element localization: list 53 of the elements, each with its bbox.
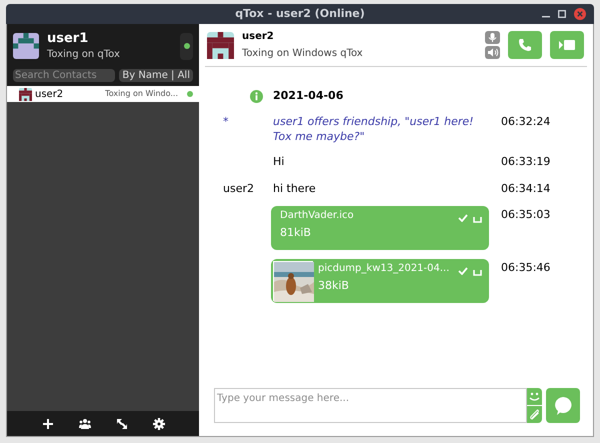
emoji-button[interactable] xyxy=(527,388,542,405)
paperclip-icon xyxy=(529,409,540,420)
send-button[interactable] xyxy=(546,388,580,423)
timestamp: 06:33:19 xyxy=(501,154,552,170)
avatar xyxy=(19,88,32,100)
message-text: user1 offers friendship, "user1 here! Tox me maybe?" xyxy=(272,114,475,144)
file-name: picdump_kw13_2021-04... xyxy=(318,262,450,275)
author-name: * xyxy=(223,114,228,130)
message-text: hi there xyxy=(272,180,317,196)
profile-name[interactable]: user1 xyxy=(47,31,172,46)
group-icon[interactable] xyxy=(78,418,90,429)
video-icon xyxy=(559,40,575,50)
open-folder-icon[interactable] xyxy=(473,217,482,223)
maximize-icon[interactable] xyxy=(558,10,566,18)
author-name: user2 xyxy=(223,180,254,196)
check-icon xyxy=(458,267,468,275)
message-input[interactable]: Type your message here... xyxy=(214,388,527,423)
contact-name: user2 xyxy=(242,30,275,42)
smiley-icon xyxy=(529,391,540,402)
close-icon[interactable] xyxy=(574,8,586,20)
status-button[interactable] xyxy=(180,32,193,60)
speech-bubble-icon xyxy=(553,396,573,416)
contact-status: Toxing on Windows qTox xyxy=(242,48,364,60)
contact-status: Toxing on Windo... xyxy=(105,88,178,100)
timestamp: 06:32:24 xyxy=(501,114,552,130)
phone-icon xyxy=(518,38,532,52)
window-title: qTox - user2 (Online) xyxy=(235,6,365,22)
settings-icon[interactable] xyxy=(152,418,164,430)
add-icon[interactable] xyxy=(42,418,54,430)
contact-name: user2 xyxy=(35,88,64,102)
timestamp: 06:35:03 xyxy=(501,207,552,223)
file-size: 38kiB xyxy=(318,279,350,292)
check-icon xyxy=(458,214,468,222)
avatar xyxy=(13,33,39,59)
info-icon xyxy=(250,90,263,102)
transfer-icon[interactable] xyxy=(116,418,128,430)
open-folder-icon[interactable] xyxy=(473,270,482,276)
call-button[interactable] xyxy=(508,31,542,59)
timestamp: 06:35:46 xyxy=(501,260,552,276)
filter-button[interactable]: By Name | All xyxy=(119,69,193,82)
timestamp: 06:34:14 xyxy=(501,180,552,196)
video-call-button[interactable] xyxy=(550,31,584,59)
speaker-icon[interactable] xyxy=(485,46,500,59)
attach-button[interactable] xyxy=(527,406,542,423)
date-label: 2021-04-06 xyxy=(272,88,344,104)
contact-item[interactable]: user2 Toxing on Windo... xyxy=(7,86,199,102)
avatar xyxy=(207,32,234,58)
microphone-icon[interactable] xyxy=(485,31,500,44)
file-size: 81kiB xyxy=(280,226,312,239)
file-name: DarthVader.ico xyxy=(280,209,355,222)
profile-status[interactable]: Toxing on qTox xyxy=(47,49,172,61)
message-text: Hi xyxy=(272,154,286,170)
search-field[interactable]: Search Contacts xyxy=(13,69,116,82)
